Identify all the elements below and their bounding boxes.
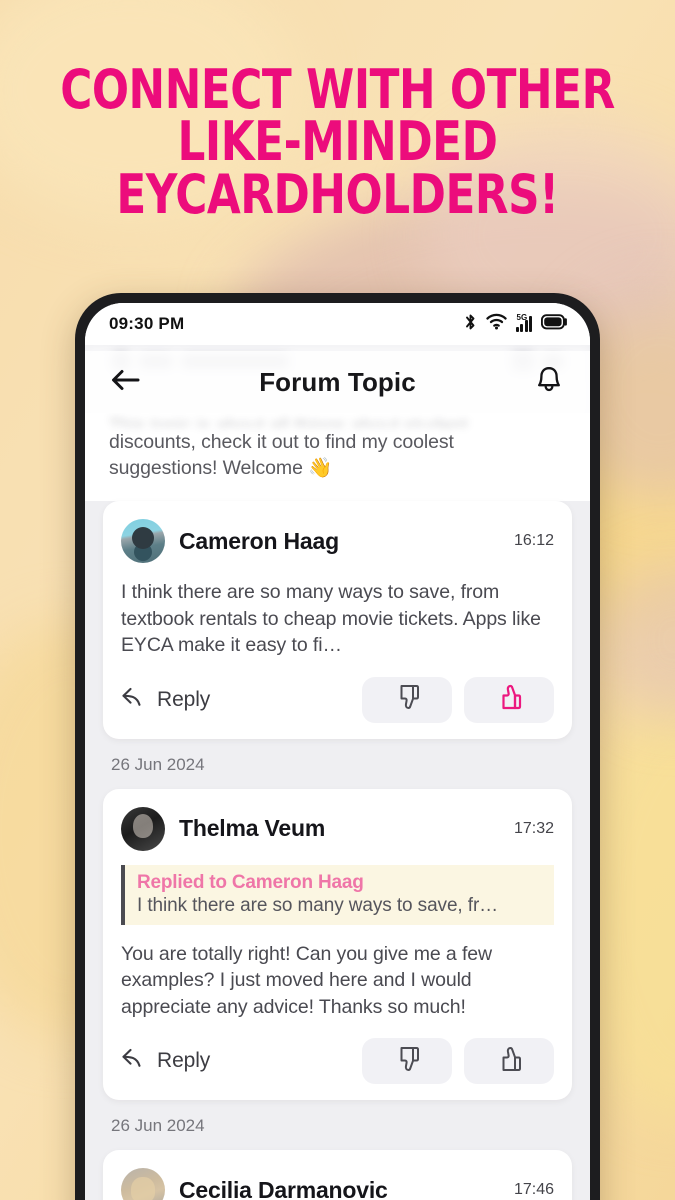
comment-time: 16:12	[513, 532, 554, 550]
date-separator: 26 Jun 2024	[111, 754, 205, 774]
topic-description-clipped: This topic is about all things about stu…	[109, 415, 468, 427]
reply-label: Reply	[157, 687, 211, 711]
comment-actions: Reply	[121, 676, 554, 729]
topic-description: This topic is about all things about stu…	[85, 413, 590, 502]
like-button[interactable]	[464, 676, 554, 723]
status-time: 09:30 PM	[109, 314, 185, 333]
headline-line-2: LIKE-MINDED	[177, 110, 498, 174]
quoted-reply[interactable]: Replied to Cameron Haag I think there ar…	[121, 864, 554, 925]
notifications-button[interactable]	[532, 365, 566, 399]
comment-card[interactable]: Cecilia Darmanovic 17:46	[103, 1150, 572, 1200]
thumbs-down-icon	[392, 1044, 422, 1079]
comment-author: Cecilia Darmanovic	[179, 1176, 388, 1200]
reply-arrow-icon	[121, 1047, 147, 1075]
comment-time: 17:32	[513, 819, 554, 837]
status-icons: 5G	[464, 313, 569, 336]
headline-line-1: CONNECT WITH OTHER	[60, 58, 615, 121]
comment-header: Cecilia Darmanovic 17:46	[121, 1168, 554, 1200]
bell-icon	[535, 365, 563, 400]
wifi-icon	[485, 313, 507, 335]
back-button[interactable]	[109, 365, 143, 399]
comment-message: I think there are so many ways to save, …	[121, 581, 541, 657]
dislike-button[interactable]	[362, 676, 452, 723]
comment-author: Thelma Veum	[179, 815, 326, 842]
comment-header: Cameron Haag 16:12	[121, 519, 554, 564]
comment-author: Cameron Haag	[179, 527, 339, 554]
comment-card[interactable]: Cameron Haag 16:12 I think there are so …	[103, 501, 572, 739]
topic-description-text: discounts, check it out to find my coole…	[109, 431, 454, 480]
phone-screen: 09:30 PM 5G Forum Topic This topic is ab…	[85, 303, 590, 1200]
avatar[interactable]	[121, 1168, 165, 1200]
headline-line-3: EYCARDHOLDERS!	[116, 162, 559, 226]
thumbs-down-icon	[392, 682, 422, 717]
thumbs-up-icon	[494, 682, 524, 717]
dislike-button[interactable]	[362, 1038, 452, 1085]
reply-button[interactable]: Reply	[121, 1047, 210, 1075]
promo-screenshot: CONNECT WITH OTHER LIKE-MINDED EYCARDHOL…	[0, 0, 675, 1200]
app-header: Forum Topic	[85, 351, 590, 413]
date-separator: 26 Jun 2024	[111, 1116, 205, 1136]
comment-card[interactable]: Thelma Veum 17:32 Replied to Cameron Haa…	[103, 788, 572, 1101]
quoted-reply-body: I think there are so many ways to save, …	[137, 894, 499, 916]
bluetooth-icon	[464, 313, 477, 336]
phone-mockup: 09:30 PM 5G Forum Topic This topic is ab…	[75, 293, 600, 1200]
network-type-label: 5G	[516, 313, 528, 322]
cellular-signal-icon: 5G	[515, 313, 532, 332]
reply-button[interactable]: Reply	[121, 686, 210, 714]
comment-time: 17:46	[513, 1181, 554, 1199]
comment-message: You are totally right! Can you give me a…	[121, 942, 493, 1018]
avatar[interactable]	[121, 519, 165, 564]
battery-icon	[540, 313, 568, 335]
back-arrow-icon	[111, 368, 141, 397]
reply-arrow-icon	[121, 686, 147, 714]
promo-headline: CONNECT WITH OTHER LIKE-MINDED EYCARDHOL…	[34, 58, 642, 226]
comment-actions: Reply	[121, 1038, 554, 1090]
thumbs-up-icon	[494, 1044, 524, 1079]
page-title: Forum Topic	[259, 366, 416, 397]
reply-label: Reply	[157, 1049, 211, 1073]
quoted-reply-title: Replied to Cameron Haag	[137, 871, 364, 893]
status-bar: 09:30 PM 5G	[85, 303, 590, 345]
avatar[interactable]	[121, 806, 165, 851]
like-button[interactable]	[464, 1038, 554, 1085]
comment-header: Thelma Veum 17:32	[121, 806, 554, 851]
forum-thread-list[interactable]: This topic is about all things about stu…	[85, 413, 590, 1200]
